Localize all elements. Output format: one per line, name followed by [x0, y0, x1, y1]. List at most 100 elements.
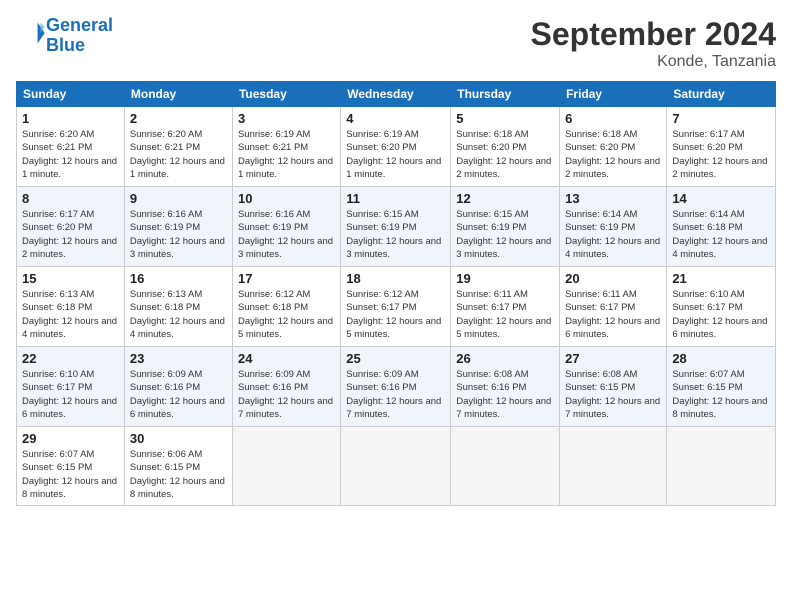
day-info: Sunrise: 6:09 AM Sunset: 6:16 PM Dayligh… — [346, 368, 445, 421]
table-row: 16 Sunrise: 6:13 AM Sunset: 6:18 PM Dayl… — [124, 267, 232, 347]
col-friday: Friday — [560, 82, 667, 107]
day-number: 28 — [672, 351, 770, 366]
table-row: 24 Sunrise: 6:09 AM Sunset: 6:16 PM Dayl… — [232, 347, 340, 427]
table-row: 6 Sunrise: 6:18 AM Sunset: 6:20 PM Dayli… — [560, 107, 667, 187]
day-number: 29 — [22, 431, 119, 446]
day-info: Sunrise: 6:16 AM Sunset: 6:19 PM Dayligh… — [238, 208, 335, 261]
day-info: Sunrise: 6:09 AM Sunset: 6:16 PM Dayligh… — [238, 368, 335, 421]
col-saturday: Saturday — [667, 82, 776, 107]
day-info: Sunrise: 6:15 AM Sunset: 6:19 PM Dayligh… — [346, 208, 445, 261]
table-row: 1 Sunrise: 6:20 AM Sunset: 6:21 PM Dayli… — [17, 107, 125, 187]
day-number: 4 — [346, 111, 445, 126]
calendar-page: General Blue September 2024 Konde, Tanza… — [0, 0, 792, 612]
table-row: 14 Sunrise: 6:14 AM Sunset: 6:18 PM Dayl… — [667, 187, 776, 267]
table-row: 21 Sunrise: 6:10 AM Sunset: 6:17 PM Dayl… — [667, 267, 776, 347]
table-row: 4 Sunrise: 6:19 AM Sunset: 6:20 PM Dayli… — [341, 107, 451, 187]
day-info: Sunrise: 6:20 AM Sunset: 6:21 PM Dayligh… — [22, 128, 119, 181]
day-info: Sunrise: 6:10 AM Sunset: 6:17 PM Dayligh… — [672, 288, 770, 341]
table-row — [560, 427, 667, 506]
table-row — [232, 427, 340, 506]
day-info: Sunrise: 6:20 AM Sunset: 6:21 PM Dayligh… — [130, 128, 227, 181]
logo-icon — [18, 19, 46, 47]
day-number: 24 — [238, 351, 335, 366]
day-number: 26 — [456, 351, 554, 366]
day-info: Sunrise: 6:08 AM Sunset: 6:15 PM Dayligh… — [565, 368, 661, 421]
col-wednesday: Wednesday — [341, 82, 451, 107]
day-number: 27 — [565, 351, 661, 366]
table-row: 27 Sunrise: 6:08 AM Sunset: 6:15 PM Dayl… — [560, 347, 667, 427]
day-number: 20 — [565, 271, 661, 286]
day-number: 12 — [456, 191, 554, 206]
day-number: 14 — [672, 191, 770, 206]
calendar-week-row: 1 Sunrise: 6:20 AM Sunset: 6:21 PM Dayli… — [17, 107, 776, 187]
day-info: Sunrise: 6:17 AM Sunset: 6:20 PM Dayligh… — [22, 208, 119, 261]
table-row — [451, 427, 560, 506]
calendar-week-row: 8 Sunrise: 6:17 AM Sunset: 6:20 PM Dayli… — [17, 187, 776, 267]
col-thursday: Thursday — [451, 82, 560, 107]
day-number: 17 — [238, 271, 335, 286]
day-info: Sunrise: 6:17 AM Sunset: 6:20 PM Dayligh… — [672, 128, 770, 181]
day-number: 18 — [346, 271, 445, 286]
table-row: 20 Sunrise: 6:11 AM Sunset: 6:17 PM Dayl… — [560, 267, 667, 347]
day-number: 5 — [456, 111, 554, 126]
logo-general: General — [46, 15, 113, 35]
day-info: Sunrise: 6:11 AM Sunset: 6:17 PM Dayligh… — [565, 288, 661, 341]
table-row: 25 Sunrise: 6:09 AM Sunset: 6:16 PM Dayl… — [341, 347, 451, 427]
calendar-week-row: 22 Sunrise: 6:10 AM Sunset: 6:17 PM Dayl… — [17, 347, 776, 427]
table-row — [341, 427, 451, 506]
table-row: 15 Sunrise: 6:13 AM Sunset: 6:18 PM Dayl… — [17, 267, 125, 347]
day-info: Sunrise: 6:07 AM Sunset: 6:15 PM Dayligh… — [672, 368, 770, 421]
table-row: 18 Sunrise: 6:12 AM Sunset: 6:17 PM Dayl… — [341, 267, 451, 347]
calendar-week-row: 15 Sunrise: 6:13 AM Sunset: 6:18 PM Dayl… — [17, 267, 776, 347]
day-info: Sunrise: 6:19 AM Sunset: 6:20 PM Dayligh… — [346, 128, 445, 181]
table-row: 19 Sunrise: 6:11 AM Sunset: 6:17 PM Dayl… — [451, 267, 560, 347]
table-row: 17 Sunrise: 6:12 AM Sunset: 6:18 PM Dayl… — [232, 267, 340, 347]
day-info: Sunrise: 6:12 AM Sunset: 6:17 PM Dayligh… — [346, 288, 445, 341]
table-row: 22 Sunrise: 6:10 AM Sunset: 6:17 PM Dayl… — [17, 347, 125, 427]
day-number: 16 — [130, 271, 227, 286]
day-info: Sunrise: 6:07 AM Sunset: 6:15 PM Dayligh… — [22, 448, 119, 501]
table-row: 3 Sunrise: 6:19 AM Sunset: 6:21 PM Dayli… — [232, 107, 340, 187]
day-number: 2 — [130, 111, 227, 126]
table-row: 5 Sunrise: 6:18 AM Sunset: 6:20 PM Dayli… — [451, 107, 560, 187]
table-row: 2 Sunrise: 6:20 AM Sunset: 6:21 PM Dayli… — [124, 107, 232, 187]
day-info: Sunrise: 6:06 AM Sunset: 6:15 PM Dayligh… — [130, 448, 227, 501]
day-info: Sunrise: 6:09 AM Sunset: 6:16 PM Dayligh… — [130, 368, 227, 421]
day-info: Sunrise: 6:18 AM Sunset: 6:20 PM Dayligh… — [456, 128, 554, 181]
title-section: September 2024 Konde, Tanzania — [531, 16, 776, 71]
calendar-header-row: Sunday Monday Tuesday Wednesday Thursday… — [17, 82, 776, 107]
day-info: Sunrise: 6:12 AM Sunset: 6:18 PM Dayligh… — [238, 288, 335, 341]
col-sunday: Sunday — [17, 82, 125, 107]
table-row: 9 Sunrise: 6:16 AM Sunset: 6:19 PM Dayli… — [124, 187, 232, 267]
day-number: 21 — [672, 271, 770, 286]
day-info: Sunrise: 6:10 AM Sunset: 6:17 PM Dayligh… — [22, 368, 119, 421]
table-row: 30 Sunrise: 6:06 AM Sunset: 6:15 PM Dayl… — [124, 427, 232, 506]
day-number: 8 — [22, 191, 119, 206]
table-row: 8 Sunrise: 6:17 AM Sunset: 6:20 PM Dayli… — [17, 187, 125, 267]
day-info: Sunrise: 6:13 AM Sunset: 6:18 PM Dayligh… — [22, 288, 119, 341]
day-info: Sunrise: 6:16 AM Sunset: 6:19 PM Dayligh… — [130, 208, 227, 261]
header: General Blue September 2024 Konde, Tanza… — [16, 16, 776, 71]
table-row: 12 Sunrise: 6:15 AM Sunset: 6:19 PM Dayl… — [451, 187, 560, 267]
table-row: 7 Sunrise: 6:17 AM Sunset: 6:20 PM Dayli… — [667, 107, 776, 187]
table-row: 26 Sunrise: 6:08 AM Sunset: 6:16 PM Dayl… — [451, 347, 560, 427]
day-number: 7 — [672, 111, 770, 126]
day-number: 15 — [22, 271, 119, 286]
day-number: 3 — [238, 111, 335, 126]
table-row: 29 Sunrise: 6:07 AM Sunset: 6:15 PM Dayl… — [17, 427, 125, 506]
day-info: Sunrise: 6:18 AM Sunset: 6:20 PM Dayligh… — [565, 128, 661, 181]
table-row: 28 Sunrise: 6:07 AM Sunset: 6:15 PM Dayl… — [667, 347, 776, 427]
table-row: 11 Sunrise: 6:15 AM Sunset: 6:19 PM Dayl… — [341, 187, 451, 267]
calendar-table: Sunday Monday Tuesday Wednesday Thursday… — [16, 81, 776, 506]
logo: General Blue — [16, 16, 113, 56]
table-row: 23 Sunrise: 6:09 AM Sunset: 6:16 PM Dayl… — [124, 347, 232, 427]
day-number: 23 — [130, 351, 227, 366]
day-number: 10 — [238, 191, 335, 206]
day-number: 30 — [130, 431, 227, 446]
location: Konde, Tanzania — [531, 53, 776, 71]
day-number: 11 — [346, 191, 445, 206]
month-title: September 2024 — [531, 16, 776, 53]
table-row: 10 Sunrise: 6:16 AM Sunset: 6:19 PM Dayl… — [232, 187, 340, 267]
day-number: 9 — [130, 191, 227, 206]
day-number: 19 — [456, 271, 554, 286]
